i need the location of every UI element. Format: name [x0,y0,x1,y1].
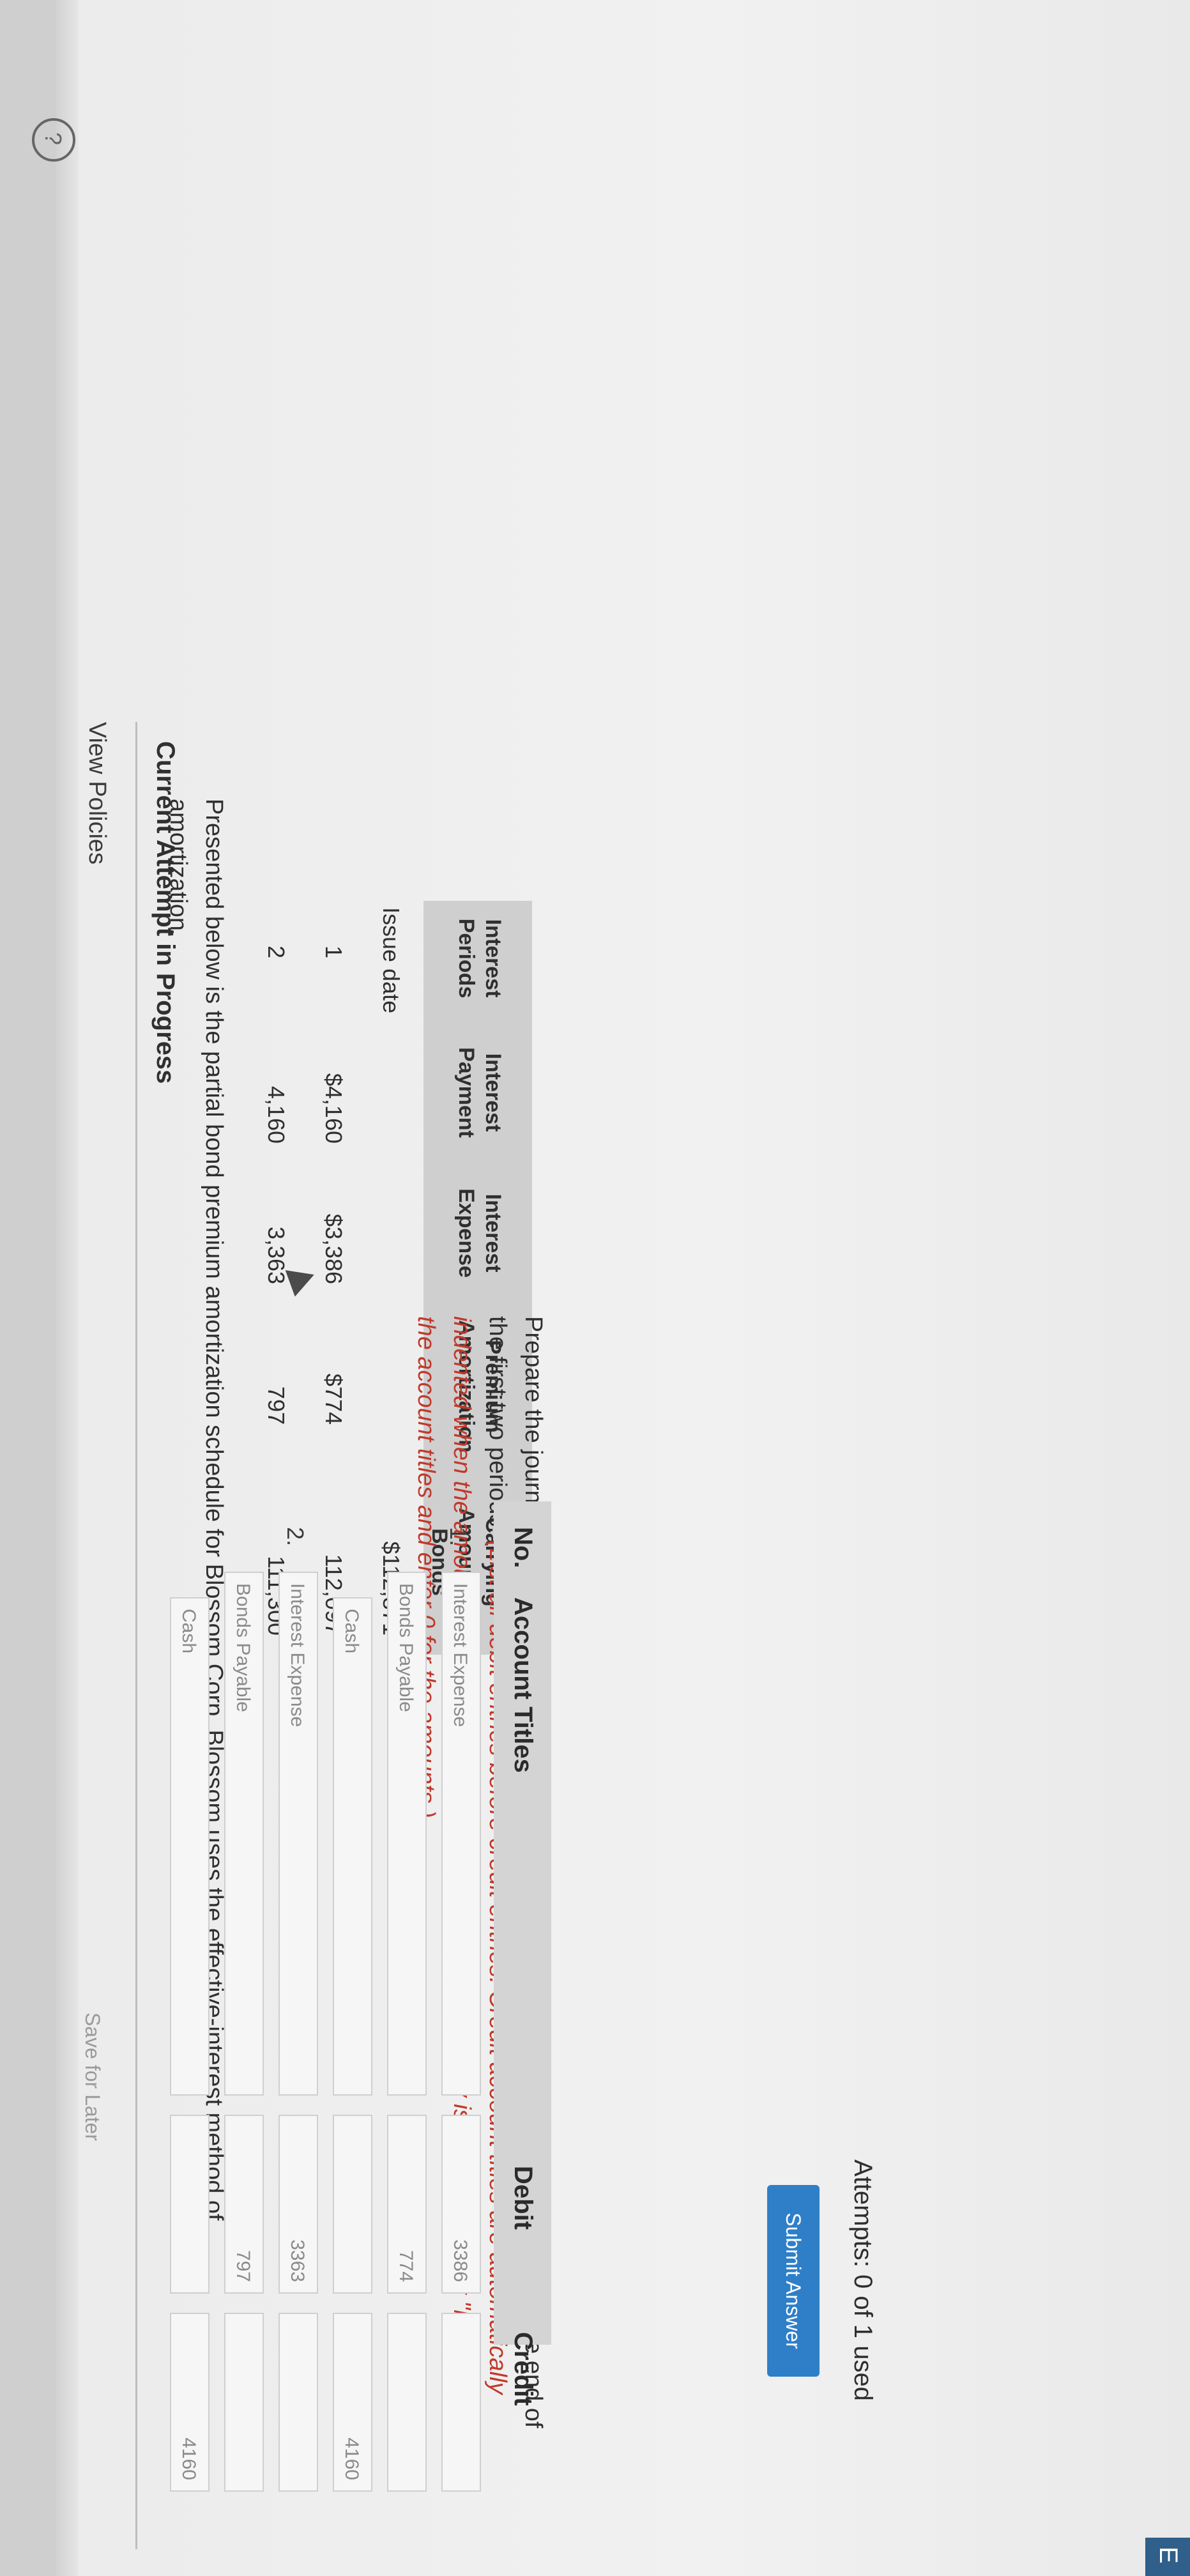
schedule-cell: Issue date [378,907,404,1014]
debit-input[interactable]: 797 [224,2115,264,2294]
account-title-select[interactable]: Bonds Payable [387,1572,427,2096]
journal-col-credit: Credit [509,2332,537,2406]
debit-input[interactable] [333,2115,372,2294]
browser-bar [0,0,56,2576]
journal-col-no: No. [509,1527,537,1568]
schedule-cell: $4,160 [321,1073,347,1144]
help-circle-icon[interactable]: ? [32,118,75,162]
account-title-select[interactable]: Cash [333,1597,372,2096]
credit-input[interactable] [441,2313,481,2492]
credit-input[interactable] [224,2313,264,2492]
debit-input[interactable]: 3363 [278,2115,318,2294]
credit-input[interactable] [387,2313,427,2492]
schedule-cell: $774 [321,1373,347,1425]
journal-entries: 1. Interest Expense 3386 Bonds Payable 7… [98,1501,481,2524]
debit-input[interactable] [170,2115,210,2294]
schedule-cell: 797 [263,1386,289,1425]
credit-input[interactable]: 4160 [333,2313,372,2492]
schedule-cell: $3,386 [321,1213,347,1284]
account-title-select[interactable]: Interest Expense [441,1572,481,2096]
save-for-later-link[interactable]: Save for Later [80,2012,104,2141]
app-badge-icon[interactable]: E [1145,2538,1190,2576]
mouse-pointer-icon [285,1261,319,1297]
entry-number: 1. [445,1527,471,1547]
debit-input[interactable]: 3386 [441,2115,481,2294]
account-title-select[interactable]: Cash [170,1597,210,2096]
schedule-col-periods: Interest Periods [454,918,505,999]
schedule-col-payment: Interest Payment [454,1047,505,1138]
credit-input[interactable]: 4160 [170,2313,210,2492]
browser-edge [56,0,79,2576]
attempts-counter: Attempts: 0 of 1 used [849,2159,877,2401]
journal-col-debit: Debit [509,2166,537,2230]
account-title-select[interactable]: Interest Expense [278,1572,318,2096]
submit-answer-button[interactable]: Submit Answer [767,2185,820,2377]
schedule-cell: 2 [263,946,289,959]
schedule-cell: 4,160 [263,1085,289,1144]
entry-number: 2. [282,1527,309,1547]
debit-input[interactable]: 774 [387,2115,427,2294]
schedule-col-expense: Interest Expense [454,1188,505,1278]
page-stage: ? E View Policies Current Attempt in Pro… [0,0,1190,2576]
journal-header: No. Account Titles Debit Credit [494,1501,551,2406]
schedule-cell: 1 [321,946,347,959]
credit-input[interactable] [278,2313,318,2492]
journal-col-titles: Account Titles [509,1597,537,1773]
schedule-cell: 3,363 [263,1226,289,1284]
account-title-select[interactable]: Bonds Payable [224,1572,264,2096]
view-policies-link[interactable]: View Policies [83,722,111,864]
